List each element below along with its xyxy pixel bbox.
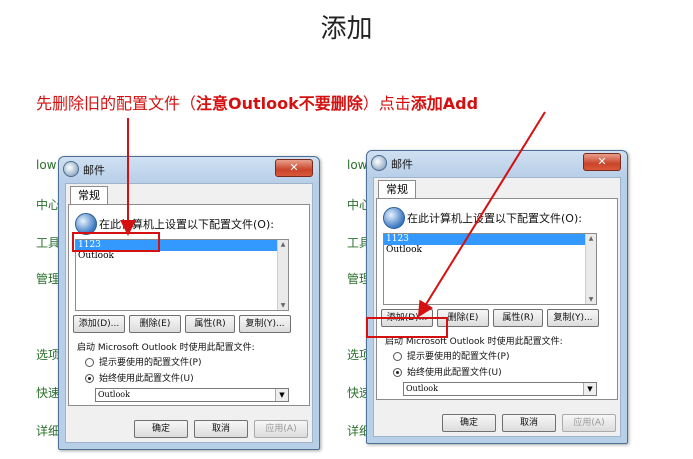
annotation-arrows bbox=[120, 111, 546, 318]
arrow-to-add-button bbox=[417, 111, 546, 318]
